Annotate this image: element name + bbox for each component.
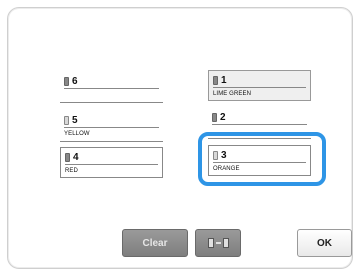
slot-number: 4 (73, 151, 79, 163)
selection-highlight (198, 132, 326, 186)
clear-button[interactable]: Clear (122, 229, 188, 257)
thread-slot-5[interactable]: 5 YELLOW (60, 111, 163, 142)
thread-slot-6[interactable]: 6 (60, 72, 163, 103)
slot-color-name: LIME GREEN (213, 91, 252, 97)
slot-color-name: RED (65, 168, 78, 174)
clear-button-label: Clear (142, 237, 168, 249)
slot-number: 2 (220, 111, 226, 123)
thread-spool-icon (65, 153, 70, 162)
swap-icon (207, 238, 229, 248)
swap-button[interactable] (195, 229, 241, 257)
slot-number: 5 (72, 114, 78, 126)
ok-button[interactable]: OK (297, 229, 352, 257)
slot-color-name: YELLOW (64, 131, 90, 137)
thread-spool-icon (64, 116, 69, 125)
thread-spool-icon (64, 77, 69, 86)
thread-spool-icon (212, 113, 217, 122)
slot-number: 6 (72, 75, 78, 87)
slot-number: 1 (221, 74, 227, 86)
thread-slot-1[interactable]: 1 LIME GREEN (208, 70, 311, 101)
ok-button-label: OK (317, 237, 332, 249)
thread-slot-4[interactable]: 4 RED (60, 147, 163, 178)
thread-spool-icon (213, 76, 218, 85)
